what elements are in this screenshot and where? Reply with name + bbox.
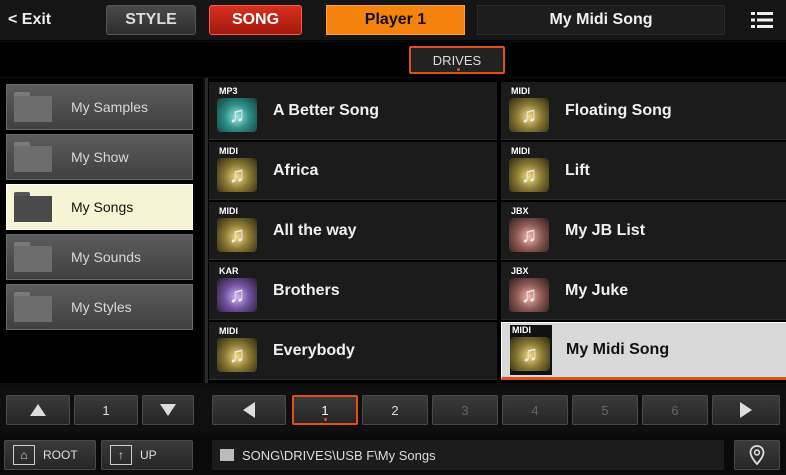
music-file-icon: MIDI ♫ xyxy=(510,325,552,375)
page-prev-button[interactable] xyxy=(212,395,286,425)
folder-label: My Show xyxy=(71,149,129,165)
folder-icon xyxy=(14,242,52,272)
folder-item-my-sounds[interactable]: My Sounds xyxy=(6,234,193,280)
folder-icon xyxy=(14,192,52,222)
file-item[interactable]: MP3 ♫ A Better Song xyxy=(209,82,497,140)
folder-scroll-up-button[interactable] xyxy=(6,395,70,425)
path-text: SONG\DRIVES\USB F\My Songs xyxy=(242,447,436,463)
drives-row: DRIVES xyxy=(0,42,786,77)
folder-item-my-samples[interactable]: My Samples xyxy=(6,84,193,130)
file-item[interactable]: KAR ♫ Brothers xyxy=(209,262,497,320)
location-pin-icon xyxy=(749,445,765,465)
arrow-down-icon xyxy=(160,404,176,416)
file-item[interactable]: MIDI ♫ Floating Song xyxy=(501,82,786,140)
root-label: ROOT xyxy=(43,448,78,462)
file-name: Brothers xyxy=(273,281,340,299)
music-file-icon: MP3 ♫ xyxy=(217,86,259,136)
file-item-selected[interactable]: MIDI ♫ My Midi Song xyxy=(501,322,786,380)
page-5-button[interactable]: 5 xyxy=(572,395,638,425)
song-mode-button[interactable]: SONG xyxy=(209,5,302,35)
folder-icon xyxy=(14,142,52,172)
file-grid: MP3 ♫ A Better Song MIDI ♫ Floating Song… xyxy=(205,78,786,383)
location-pin-button[interactable] xyxy=(734,440,780,470)
player-selector[interactable]: Player 1 xyxy=(326,5,465,35)
folder-label: My Samples xyxy=(71,99,149,115)
page-3-button[interactable]: 3 xyxy=(432,395,498,425)
file-name: Everybody xyxy=(273,341,355,359)
file-item[interactable]: MIDI ♫ All the way xyxy=(209,202,497,260)
page-1-button[interactable]: 1 xyxy=(292,395,358,425)
folder-scroll-down-button[interactable] xyxy=(142,395,194,425)
folder-item-my-show[interactable]: My Show xyxy=(6,134,193,180)
footer-bar: ⌂ ROOT ↑ UP SONG\DRIVES\USB F\My Songs xyxy=(0,436,786,475)
music-file-icon: JBX ♫ xyxy=(509,266,551,316)
root-button[interactable]: ⌂ ROOT xyxy=(4,440,96,470)
arrow-up-box-icon: ↑ xyxy=(110,445,132,465)
arrow-up-icon xyxy=(30,404,46,416)
style-mode-button[interactable]: STYLE xyxy=(106,5,196,35)
arrow-right-icon xyxy=(740,402,752,418)
home-icon: ⌂ xyxy=(13,445,35,465)
file-item[interactable]: JBX ♫ My Juke xyxy=(501,262,786,320)
exit-button[interactable]: < Exit xyxy=(2,5,92,35)
file-item[interactable]: MIDI ♫ Africa xyxy=(209,142,497,200)
file-item[interactable]: MIDI ♫ Everybody xyxy=(209,322,497,380)
file-item[interactable]: JBX ♫ My JB List xyxy=(501,202,786,260)
file-name: My JB List xyxy=(565,221,646,239)
folder-item-my-styles[interactable]: My Styles xyxy=(6,284,193,330)
music-file-icon: MIDI ♫ xyxy=(217,146,259,196)
file-name: All the way xyxy=(273,221,357,239)
music-file-icon: MIDI ♫ xyxy=(509,146,551,196)
drives-button[interactable]: DRIVES xyxy=(409,46,505,74)
top-bar: < Exit STYLE SONG Player 1 My Midi Song xyxy=(0,0,786,41)
music-file-icon: KAR ♫ xyxy=(217,266,259,316)
folder-icon xyxy=(14,292,52,322)
folder-label: My Sounds xyxy=(71,249,142,265)
folder-label: My Songs xyxy=(71,199,134,215)
page-6-button[interactable]: 6 xyxy=(642,395,708,425)
music-file-icon: MIDI ♫ xyxy=(217,206,259,256)
navigation-row: 1 1 2 3 4 5 6 xyxy=(0,388,786,431)
file-name: Floating Song xyxy=(565,101,672,119)
hamburger-menu-icon[interactable] xyxy=(744,5,780,35)
music-file-icon: JBX ♫ xyxy=(509,206,551,256)
file-name: My Midi Song xyxy=(566,341,670,358)
music-file-icon: MIDI ♫ xyxy=(509,86,551,136)
file-item[interactable]: MIDI ♫ Lift xyxy=(501,142,786,200)
page-2-button[interactable]: 2 xyxy=(362,395,428,425)
file-name: A Better Song xyxy=(273,101,380,119)
up-button[interactable]: ↑ UP xyxy=(101,440,193,470)
file-name: Lift xyxy=(565,161,590,179)
song-title-display: My Midi Song xyxy=(477,5,725,35)
page-next-button[interactable] xyxy=(712,395,780,425)
folder-item-my-songs[interactable]: My Songs xyxy=(6,184,193,230)
music-file-icon: MIDI ♫ xyxy=(217,326,259,376)
folder-icon xyxy=(14,92,52,122)
up-label: UP xyxy=(140,448,157,462)
page-4-button[interactable]: 4 xyxy=(502,395,568,425)
arrow-left-icon xyxy=(243,402,255,418)
file-name: Africa xyxy=(273,161,319,179)
folder-label: My Styles xyxy=(71,299,132,315)
folder-list: My Samples My Show My Songs My Sounds My… xyxy=(0,78,203,383)
file-name: My Juke xyxy=(565,281,629,299)
path-breadcrumb: SONG\DRIVES\USB F\My Songs xyxy=(212,440,724,470)
folder-small-icon xyxy=(220,449,234,461)
folder-page-indicator: 1 xyxy=(74,395,138,425)
